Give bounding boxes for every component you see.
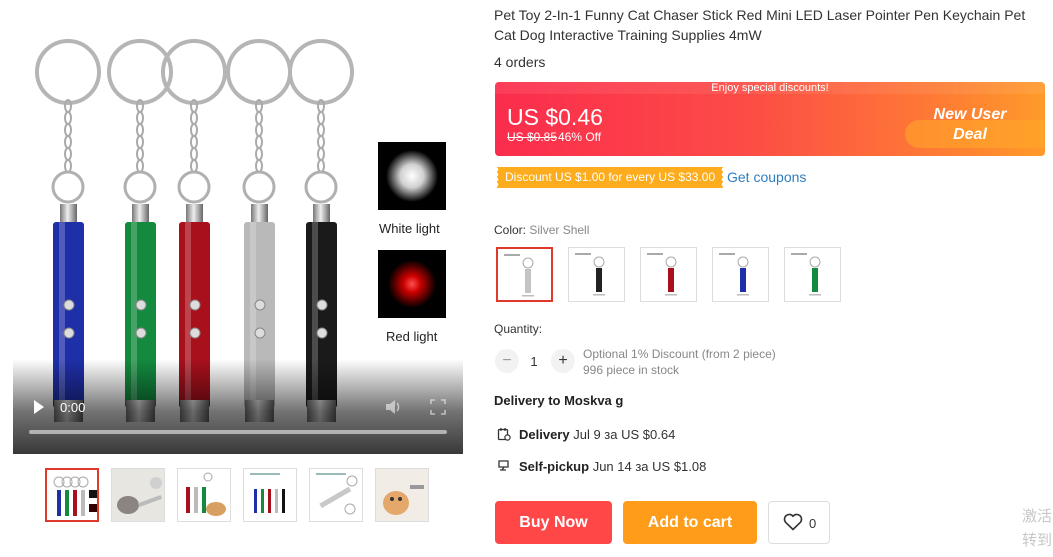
stock-note: 996 piece in stock bbox=[583, 363, 680, 377]
thumbnail[interactable] bbox=[45, 468, 99, 522]
delivery-option-detail: Jul 9 за US $0.64 bbox=[573, 427, 676, 442]
watermark-line-1: 激活 bbox=[1022, 508, 1053, 525]
thumbnail-image bbox=[112, 469, 164, 521]
color-label: Color: Silver Shell bbox=[494, 223, 589, 237]
coupon-tag: Discount US $1.00 for every US $33.00 bbox=[495, 167, 724, 188]
thumbnail[interactable] bbox=[111, 468, 165, 522]
wishlist-button[interactable]: 0 bbox=[768, 501, 830, 544]
red-light-label: Red light bbox=[386, 329, 438, 344]
watermark-line-2: 转到 bbox=[1022, 532, 1053, 549]
volume-icon[interactable] bbox=[384, 398, 402, 416]
original-price: US $0.85 bbox=[507, 130, 558, 144]
quantity-plus-button[interactable]: + bbox=[551, 349, 575, 373]
badge-line-1: New User bbox=[933, 106, 1007, 123]
delivery-option: Delivery Jul 9 за US $0.64 bbox=[497, 427, 675, 442]
add-to-cart-button[interactable]: Add to cart bbox=[623, 501, 757, 544]
color-label-text: Color: bbox=[494, 223, 527, 237]
calendar-icon bbox=[497, 428, 511, 441]
color-option[interactable] bbox=[640, 247, 697, 302]
thumbnail-image bbox=[186, 472, 226, 516]
quantity-label: Quantity: bbox=[494, 322, 543, 336]
thumbnail-image bbox=[376, 469, 428, 521]
product-video[interactable]: White light Red light 0:00 bbox=[13, 22, 463, 454]
color-option-image bbox=[575, 253, 605, 296]
pickup-option: Self-pickup Jun 14 за US $1.08 bbox=[497, 459, 706, 474]
delivery-destination[interactable]: Delivery to Moskva g bbox=[494, 393, 623, 408]
play-icon[interactable] bbox=[31, 399, 47, 415]
pickup-option-title: Self-pickup bbox=[519, 459, 590, 474]
thumbnail[interactable] bbox=[243, 468, 297, 522]
deal-banner-caption: Enjoy special discounts! bbox=[495, 82, 1045, 94]
color-option-image bbox=[647, 253, 677, 296]
thumbnail-image bbox=[250, 473, 285, 513]
wishlist-count: 0 bbox=[809, 516, 817, 531]
activation-watermark: 激活 转到 bbox=[1022, 505, 1052, 553]
pickup-option-detail: Jun 14 за US $1.08 bbox=[592, 459, 707, 474]
quantity-value[interactable]: 1 bbox=[524, 354, 544, 369]
thumbnail[interactable] bbox=[375, 468, 429, 522]
bulk-discount-note: Optional 1% Discount (from 2 piece) bbox=[583, 347, 776, 361]
color-option[interactable] bbox=[568, 247, 625, 302]
orders-count: 4 orders bbox=[494, 54, 546, 70]
color-option[interactable] bbox=[784, 247, 841, 302]
quantity-minus-button[interactable]: − bbox=[495, 349, 519, 373]
product-page: White light Red light 0:00 Pet Toy 2-In-… bbox=[0, 0, 1053, 557]
pickup-icon bbox=[498, 460, 509, 471]
thumbnail-image bbox=[316, 473, 358, 515]
thumbnail[interactable] bbox=[177, 468, 231, 522]
color-option-image bbox=[504, 254, 534, 297]
selected-color: Silver Shell bbox=[529, 223, 590, 237]
delivery-option-title: Delivery bbox=[519, 427, 570, 442]
video-time: 0:00 bbox=[60, 400, 86, 415]
video-controls: 0:00 bbox=[13, 391, 463, 454]
current-price: US $0.46 bbox=[507, 104, 603, 130]
product-title: Pet Toy 2-In-1 Funny Cat Chaser Stick Re… bbox=[494, 7, 1026, 43]
get-coupons-link[interactable]: Get coupons bbox=[727, 169, 806, 185]
thumbnail[interactable] bbox=[309, 468, 363, 522]
quantity-note: Optional 1% Discount (from 2 piece) 996 … bbox=[583, 346, 776, 378]
badge-line-2: Deal bbox=[953, 126, 987, 143]
buy-now-button[interactable]: Buy Now bbox=[495, 501, 612, 544]
color-option-image bbox=[791, 253, 821, 296]
new-user-deal-badge: New User Deal bbox=[915, 105, 1025, 145]
color-option-image bbox=[719, 253, 749, 296]
fullscreen-icon[interactable] bbox=[430, 399, 446, 415]
color-option[interactable] bbox=[712, 247, 769, 302]
discount-percent: 46% Off bbox=[558, 130, 602, 144]
heart-icon bbox=[783, 513, 803, 531]
thumbnail-image bbox=[53, 476, 97, 516]
video-seek-bar[interactable] bbox=[29, 430, 447, 434]
white-light-label: White light bbox=[379, 221, 440, 236]
color-option[interactable] bbox=[496, 247, 553, 302]
deal-banner: Enjoy special discounts! US $0.46 US $0.… bbox=[495, 82, 1045, 156]
